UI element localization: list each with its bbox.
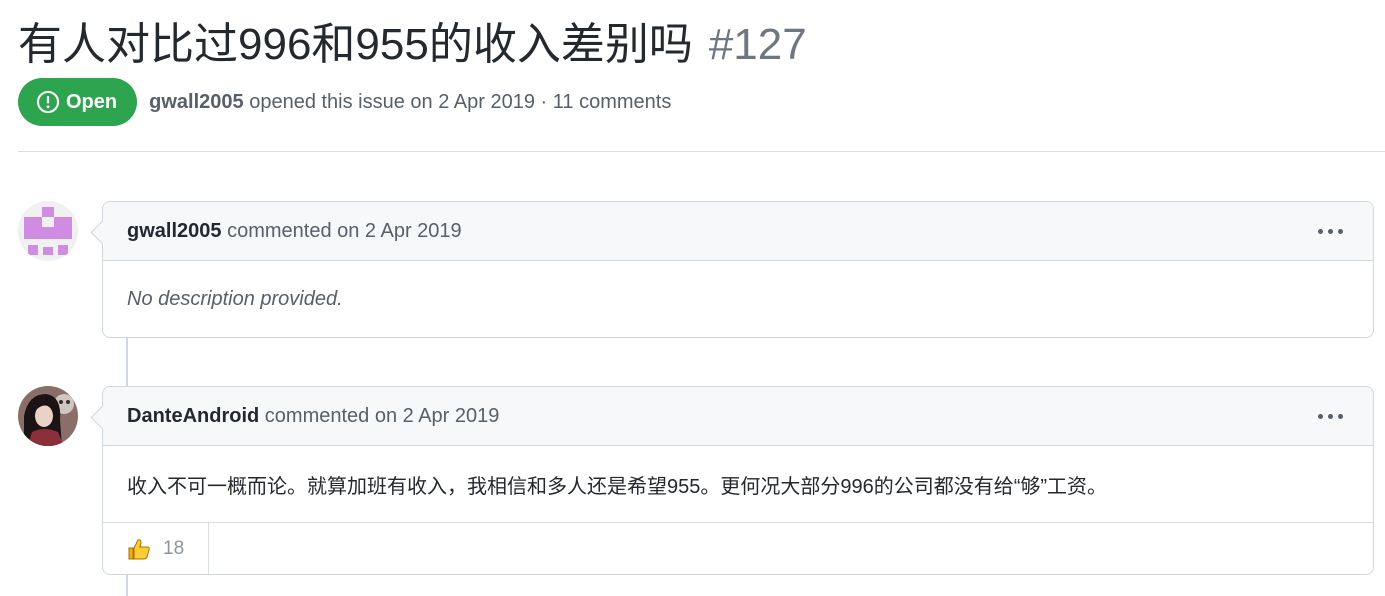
kebab-dot-icon — [1338, 228, 1343, 234]
comment-options-button[interactable] — [1312, 223, 1349, 240]
kebab-dot-icon — [1338, 413, 1343, 419]
reaction-count: 18 — [163, 537, 185, 559]
issue-author-link[interactable]: gwall2005 — [149, 91, 244, 113]
reactions-bar: 18 — [103, 522, 1373, 574]
kebab-dot-icon — [1318, 413, 1323, 419]
comment-box: DanteAndroid commented on 2 Apr 2019 收入不… — [102, 386, 1374, 575]
kebab-dot-icon — [1318, 228, 1323, 234]
comment-header: DanteAndroid commented on 2 Apr 2019 — [103, 387, 1373, 446]
issue-opened-icon — [36, 90, 60, 114]
user-photo-avatar-icon — [18, 386, 78, 446]
comment-byline: DanteAndroid commented on 2 Apr 2019 — [127, 405, 499, 428]
comment-body: No description provided. — [103, 261, 1373, 337]
issue-title: 有人对比过996和955的收入差别吗 — [18, 20, 693, 69]
timeline-connector — [126, 575, 128, 596]
issue-state-label: Open — [66, 90, 118, 113]
kebab-dot-icon — [1328, 413, 1333, 419]
comment-author-link[interactable]: gwall2005 — [127, 220, 222, 242]
issue-number: #127 — [708, 20, 807, 69]
comment-header: gwall2005 commented on 2 Apr 2019 — [103, 202, 1373, 261]
comment-body: 收入不可一概而论。就算加班有收入，我相信和多人还是希望955。更何况大部分996… — [103, 446, 1373, 522]
comment-timestamp[interactable]: commented on 2 Apr 2019 — [227, 220, 462, 242]
kebab-dot-icon — [1328, 228, 1333, 234]
issue-meta: Open gwall2005 opened this issue on 2 Ap… — [18, 78, 671, 126]
timeline-connector — [126, 338, 128, 386]
issue-meta-detail: opened this issue on 2 Apr 2019 · 11 com… — [249, 90, 672, 113]
issue-title-row: 有人对比过996和955的收入差别吗 #127 — [18, 8, 807, 72]
comment-author-link[interactable]: DanteAndroid — [127, 405, 259, 427]
comment-author-avatar[interactable] — [18, 201, 78, 261]
header-divider — [18, 151, 1385, 152]
issue-page: 有人对比过996和955的收入差别吗 #127 Open gwall2005 o… — [0, 0, 1385, 596]
thumbs-up-reaction-button[interactable]: 18 — [103, 523, 210, 574]
comment-timestamp[interactable]: commented on 2 Apr 2019 — [265, 405, 500, 427]
comment-byline: gwall2005 commented on 2 Apr 2019 — [127, 220, 462, 243]
issue-meta-text: gwall2005 opened this issue on 2 Apr 201… — [149, 91, 671, 114]
comment-body-text: 收入不可一概而论。就算加班有收入，我相信和多人还是希望955。更何况大部分996… — [127, 475, 1108, 498]
issue-state-badge: Open — [18, 78, 138, 126]
thumbs-up-icon — [128, 538, 150, 559]
comment-author-avatar[interactable] — [18, 386, 78, 446]
identicon-avatar-icon — [18, 201, 78, 261]
comment-options-button[interactable] — [1312, 408, 1349, 425]
comment-body-text: No description provided. — [127, 287, 343, 310]
comment-box: gwall2005 commented on 2 Apr 2019 No des… — [102, 201, 1374, 338]
